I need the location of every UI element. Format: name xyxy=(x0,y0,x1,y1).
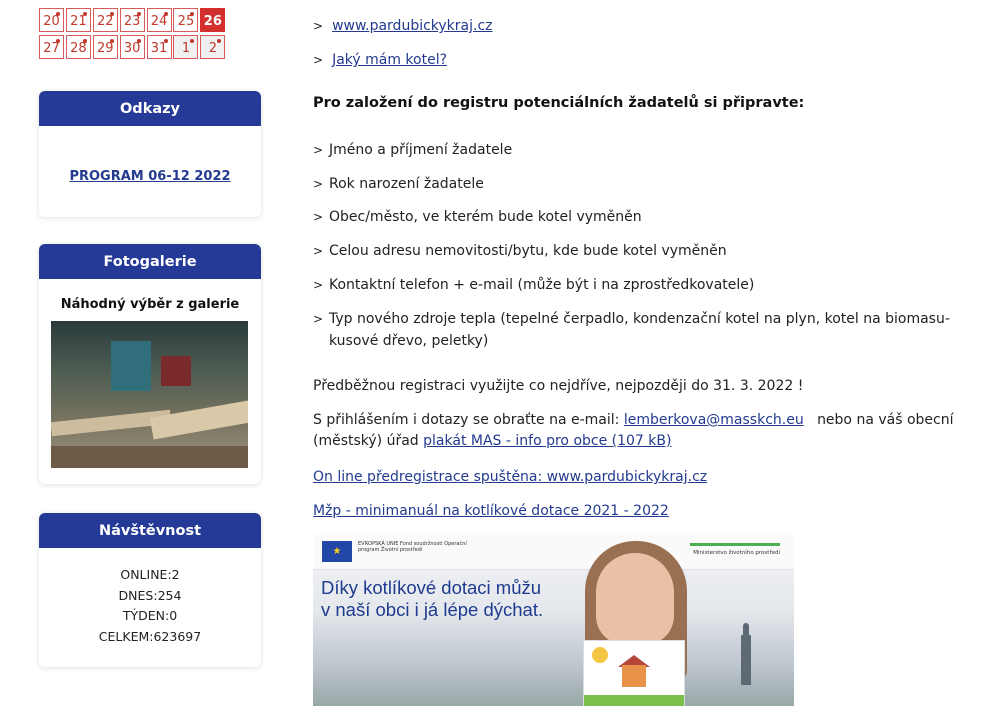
chevron-right-icon: > xyxy=(313,278,324,292)
eu-flag-icon: ★ xyxy=(322,541,352,562)
odkazy-title: Odkazy xyxy=(39,91,261,126)
visits-total: CELKEM:623697 xyxy=(98,628,202,644)
event-dot-icon xyxy=(56,39,60,43)
event-dot-icon xyxy=(82,12,87,16)
email-link[interactable]: lemberkova@masskch.eu xyxy=(624,412,804,428)
program-link[interactable]: PROGRAM 06-12 2022 xyxy=(39,169,261,184)
ministry-label: Ministerstvo životního prostředí xyxy=(693,550,780,556)
child-drawing xyxy=(583,640,685,706)
chevron-right-icon: > xyxy=(313,19,324,33)
calendar-day[interactable]: 30 xyxy=(119,35,145,59)
chevron-right-icon: > xyxy=(313,244,324,258)
calendar-day[interactable]: 26 xyxy=(200,8,226,32)
event-dot-icon xyxy=(109,39,114,43)
event-dot-icon xyxy=(163,12,168,16)
chevron-right-icon: > xyxy=(313,177,324,191)
event-dot-icon xyxy=(190,39,195,43)
chevron-right-icon: > xyxy=(313,312,324,326)
sun-icon xyxy=(592,647,608,663)
ministry-bar xyxy=(690,543,780,546)
list-item: > Rok narození žadatele xyxy=(313,174,981,196)
fotogalerie-box: Fotogalerie Náhodný výběr z galerie xyxy=(39,244,261,484)
fotogalerie-title: Fotogalerie xyxy=(39,244,261,279)
visits-today: DNES:254 xyxy=(118,587,182,603)
registration-note: Předběžnou registraci využijte co nejdří… xyxy=(313,378,804,394)
top-link-2-row: > Jaký mám kotel? xyxy=(313,52,447,68)
calendar-day[interactable]: 21 xyxy=(65,8,91,32)
gallery-photo[interactable] xyxy=(51,321,248,468)
calendar-day[interactable]: 2 xyxy=(200,35,226,59)
calendar-day[interactable]: 31 xyxy=(146,35,172,59)
girl-face xyxy=(596,553,674,645)
kotlikove-dotace-banner[interactable]: ★ EVROPSKÁ UNIE Fond soudržnosti Operačn… xyxy=(313,535,794,706)
visits-week: TÝDEN:0 xyxy=(122,608,178,623)
visit-stats: ONLINE:2 DNES:254 TÝDEN:0 CELKEM:623697 xyxy=(39,565,261,647)
navstevnost-box: Návštěvnost ONLINE:2 DNES:254 TÝDEN:0 CE… xyxy=(39,513,261,667)
list-item: > Celou adresu nemovitosti/bytu, kde bude… xyxy=(313,241,981,263)
calendar-day[interactable]: 23 xyxy=(119,8,145,32)
event-dot-icon xyxy=(82,39,87,43)
calendar-week-row: 20 21 22 23 24 25 26 xyxy=(39,8,227,32)
event-dot-icon xyxy=(136,12,141,16)
chevron-right-icon: > xyxy=(313,210,324,224)
eu-text: EVROPSKÁ UNIE Fond soudržnosti Operační … xyxy=(358,541,467,553)
list-item: > Typ nového zdroje tepla (tepelné čerpad… xyxy=(313,311,950,349)
sidebar: 20 21 22 23 24 25 26 27 28 29 30 31 1 2 Odkazy PROGRA… xyxy=(0,0,300,706)
calendar-day[interactable]: 24 xyxy=(146,8,172,32)
event-dot-icon xyxy=(56,12,60,16)
house-icon xyxy=(622,665,646,687)
calendar-day[interactable]: 27 xyxy=(39,35,64,59)
church-tower xyxy=(741,635,751,685)
banner-slogan: Díky kotlíkové dotaci můžu v naší obci i… xyxy=(321,577,544,620)
calendar-day[interactable]: 20 xyxy=(39,8,64,32)
online-registration-link[interactable]: On line předregistrace spuštěna: www.par… xyxy=(313,469,707,485)
visits-online: ONLINE:2 xyxy=(120,567,180,582)
grass-shape xyxy=(584,695,684,706)
jaky-kotel-link[interactable]: Jaký mám kotel? xyxy=(332,52,447,68)
event-dot-icon xyxy=(163,39,168,43)
calendar-day[interactable]: 28 xyxy=(65,35,91,59)
chevron-right-icon: > xyxy=(313,143,324,157)
calendar-day[interactable]: 1 xyxy=(173,35,199,59)
list-item: > Obec/město, ve kterém bude kotel vyměně… xyxy=(313,207,981,229)
calendar-day[interactable]: 29 xyxy=(92,35,118,59)
section-heading: Pro založení do registru potenciálních ž… xyxy=(313,95,805,111)
pdf-link[interactable]: plakát MAS - info pro obce (107 kB) xyxy=(423,433,671,449)
manual-link[interactable]: Mžp - minimanuál na kotlíkové dotace 202… xyxy=(313,503,669,519)
odkazy-box: Odkazy PROGRAM 06-12 2022 xyxy=(39,91,261,217)
calendar-day[interactable]: 22 xyxy=(92,8,118,32)
top-link-1-row: > www.pardubickykraj.cz xyxy=(313,18,493,34)
calendar-day[interactable]: 25 xyxy=(173,8,199,32)
contact-paragraph: S přihlášením i dotazy se obraťte na e-m… xyxy=(313,412,954,449)
event-dot-icon xyxy=(217,39,222,43)
event-dot-icon xyxy=(136,39,141,43)
list-item: > Jméno a příjmení žadatele xyxy=(313,140,981,162)
list-item: > Kontaktní telefon + e-mail (může být i … xyxy=(313,275,981,297)
chevron-right-icon: > xyxy=(313,53,324,67)
banner-header: ★ EVROPSKÁ UNIE Fond soudržnosti Operačn… xyxy=(313,535,794,570)
navstevnost-title: Návštěvnost xyxy=(39,513,261,548)
calendar-week-row: 27 28 29 30 31 1 2 xyxy=(39,35,227,59)
gallery-subtitle: Náhodný výběr z galerie xyxy=(60,297,240,312)
pardubickykraj-link[interactable]: www.pardubickykraj.cz xyxy=(332,18,492,34)
event-dot-icon xyxy=(109,12,114,16)
